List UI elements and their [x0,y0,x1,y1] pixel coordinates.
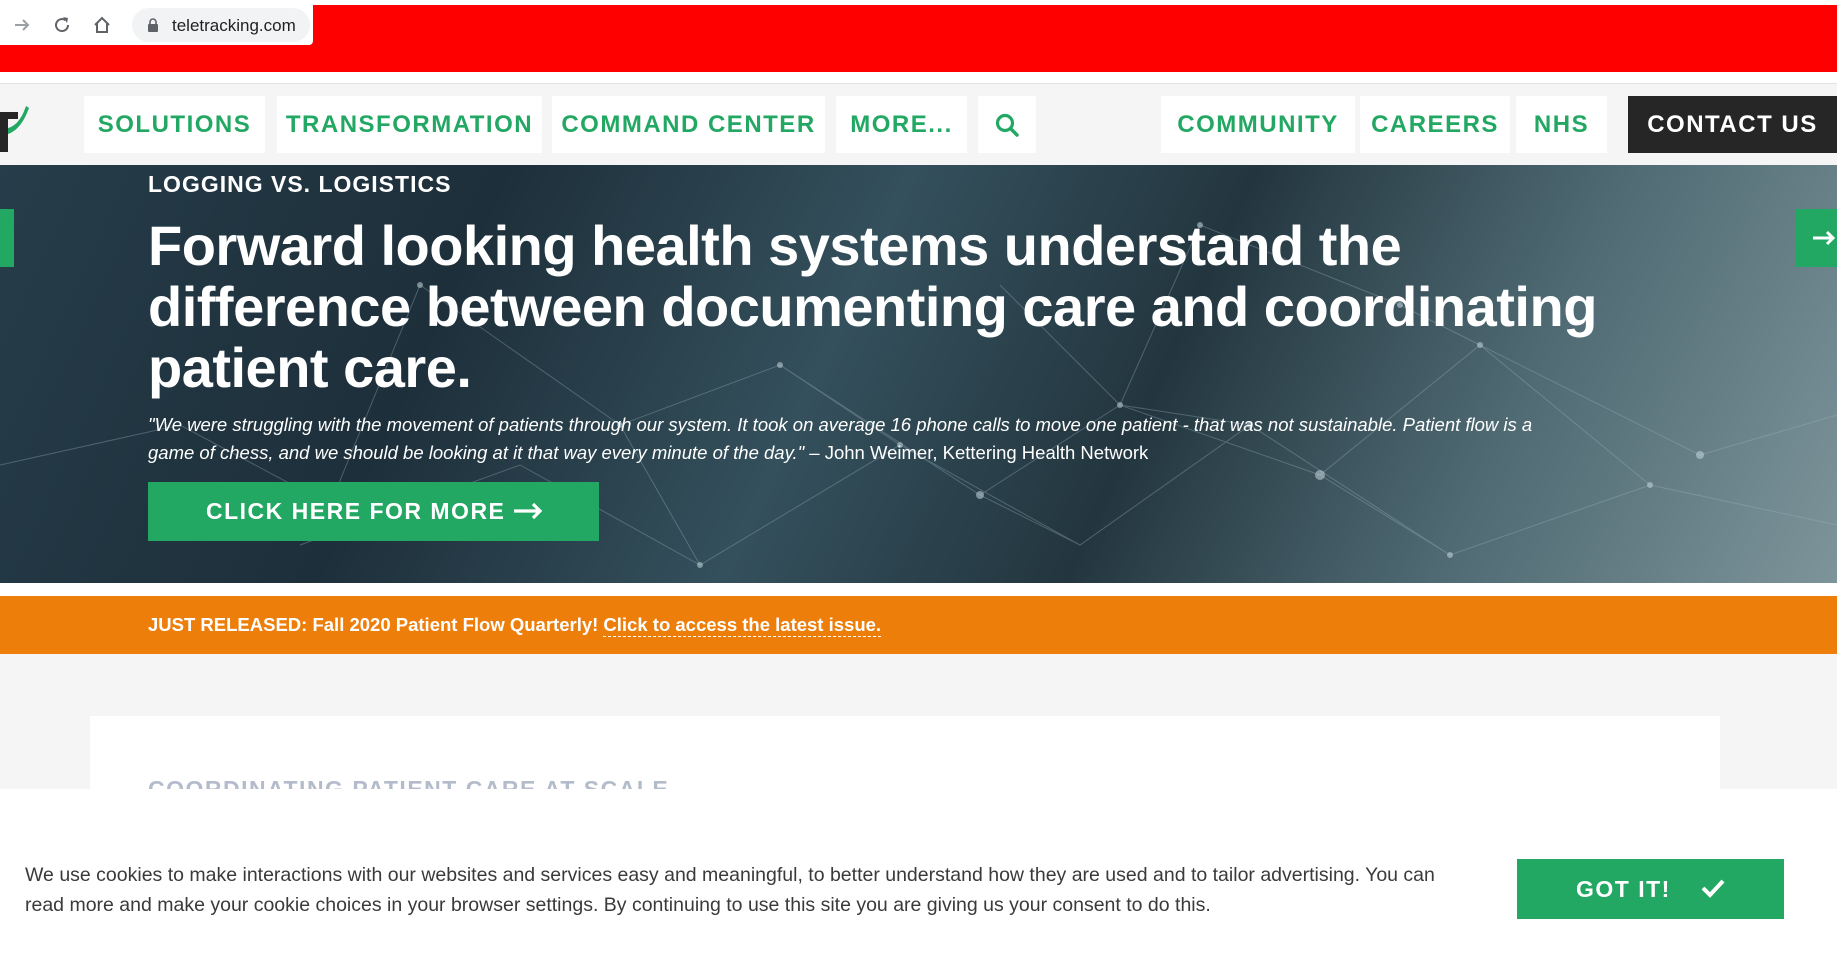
checkmark-icon [1701,879,1725,898]
teletracking-logo[interactable] [0,98,30,152]
nav-transformation[interactable]: TRANSFORMATION [277,96,542,153]
announcement-lead: JUST RELEASED: Fall 2020 Patient Flow Qu… [148,614,599,635]
hero-slider: LOGGING VS. LOGISTICS Forward looking he… [0,165,1837,583]
arrow-right-icon [514,502,543,520]
announcement-bar: JUST RELEASED: Fall 2020 Patient Flow Qu… [0,596,1837,654]
site-header: SOLUTIONS TRANSFORMATION COMMAND CENTER … [0,84,1837,165]
arrow-right-icon [1813,230,1836,246]
search-icon [995,113,1019,137]
arrow-right-icon [15,19,30,31]
slider-next-button[interactable] [1795,209,1837,267]
hero-eyebrow: LOGGING VS. LOGISTICS [148,171,452,197]
hero-quote: "We were struggling with the movement of… [148,411,1568,467]
announcement-link[interactable]: Click to access the latest issue. [603,614,882,637]
contact-us-button[interactable]: CONTACT US [1628,96,1837,153]
reload-icon [55,17,70,33]
announcement-text: JUST RELEASED: Fall 2020 Patient Flow Qu… [148,614,882,637]
slider-prev-button[interactable] [0,209,14,267]
nav-more[interactable]: MORE... [836,96,967,153]
hero-cta-label: CLICK HERE FOR MORE [206,498,506,524]
cookie-banner: We use cookies to make interactions with… [0,789,1837,963]
browser-address-bar[interactable]: teletracking.com [132,8,310,42]
cookie-text: We use cookies to make interactions with… [25,864,1435,916]
lock-icon [148,18,158,32]
nav-community[interactable]: COMMUNITY [1161,96,1355,153]
hero-quote-attribution: – John Weimer, Kettering Health Network [804,442,1149,463]
content-card: COORDINATING PATIENT CARE AT SCALE [90,716,1720,789]
browser-forward-button[interactable] [8,11,36,39]
nav-solutions[interactable]: SOLUTIONS [84,96,265,153]
nav-search-button[interactable] [978,96,1036,153]
got-it-label: GOT IT! [1576,875,1671,902]
nav-command-center[interactable]: COMMAND CENTER [552,96,825,153]
browser-home-button[interactable] [88,11,116,39]
browser-reload-button[interactable] [48,11,76,39]
section-heading: COORDINATING PATIENT CARE AT SCALE [148,776,670,789]
browser-toolbar: teletracking.com [0,5,313,45]
nav-nhs[interactable]: NHS [1516,96,1607,153]
browser-chrome: teletracking.com [0,0,1837,84]
click-here-for-more-button[interactable]: CLICK HERE FOR MORE [148,482,599,541]
nav-careers[interactable]: CAREERS [1360,96,1510,153]
hero-title: Forward looking health systems understan… [148,214,1597,399]
browser-url: teletracking.com [172,16,296,35]
home-icon [94,16,110,33]
got-it-button[interactable]: GOT IT! [1517,859,1784,919]
